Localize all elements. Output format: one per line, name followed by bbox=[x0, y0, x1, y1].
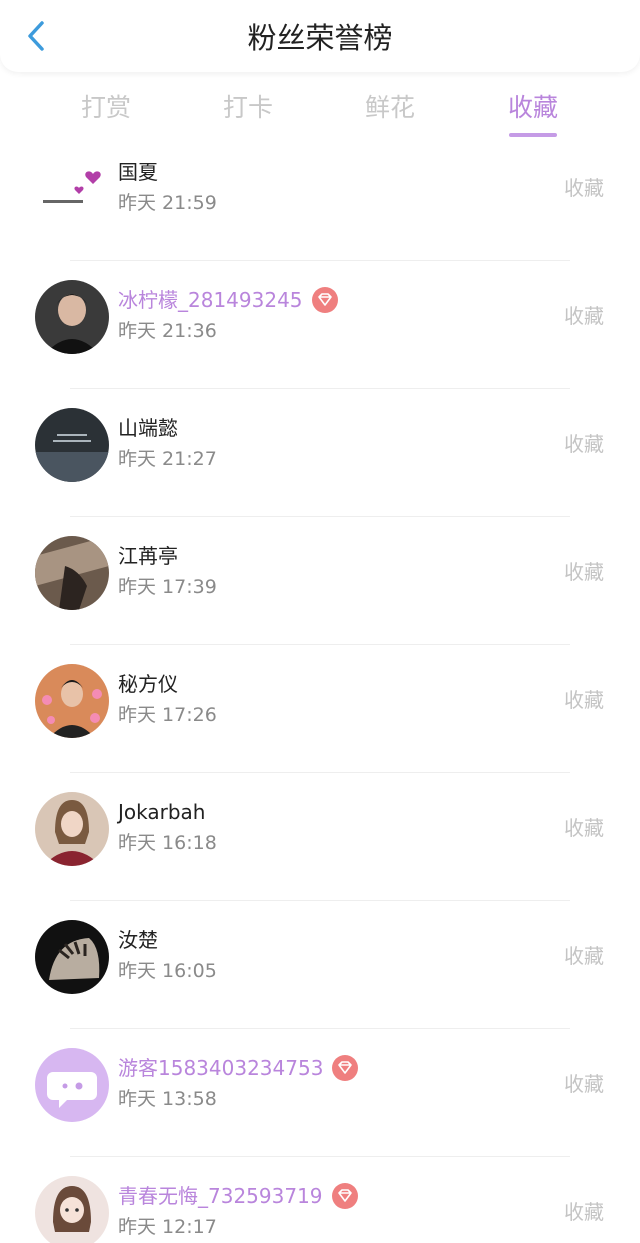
favorite-time: 昨天 17:26 bbox=[118, 704, 217, 726]
chat-bubble-icon bbox=[35, 1048, 109, 1122]
top-bar: 粉丝荣誉榜 bbox=[0, 0, 640, 72]
row-divider bbox=[70, 1156, 570, 1157]
favorite-time: 昨天 17:39 bbox=[118, 576, 217, 598]
user-name[interactable]: 青春无悔_732593719 bbox=[118, 1182, 358, 1210]
favorite-time: 昨天 21:36 bbox=[118, 320, 217, 342]
hearts-sticker-icon bbox=[35, 160, 109, 226]
list-item[interactable]: 秘方仪 昨天 17:26 收藏 bbox=[0, 644, 640, 772]
favorite-time: 昨天 21:27 bbox=[118, 448, 217, 470]
favorite-label: 收藏 bbox=[564, 176, 604, 200]
tab-checkin[interactable]: 打卡 bbox=[198, 90, 298, 126]
favorite-label: 收藏 bbox=[564, 432, 604, 456]
favorite-label: 收藏 bbox=[564, 304, 604, 328]
favorite-label: 收藏 bbox=[564, 1072, 604, 1096]
avatar[interactable] bbox=[35, 408, 109, 482]
list-item[interactable]: 山端懿 昨天 21:27 收藏 bbox=[0, 388, 640, 516]
user-name[interactable]: 汝楚 bbox=[118, 926, 158, 954]
user-name[interactable]: 冰柠檬_281493245 bbox=[118, 286, 338, 314]
favorite-time: 昨天 16:18 bbox=[118, 832, 217, 854]
diamond-badge-icon bbox=[311, 287, 338, 313]
sepia-scene-icon bbox=[35, 536, 109, 610]
avatar[interactable] bbox=[35, 792, 109, 866]
list-item[interactable]: 冰柠檬_281493245 昨天 21:36 收藏 bbox=[0, 260, 640, 388]
user-name[interactable]: 山端懿 bbox=[118, 414, 178, 442]
favorite-label: 收藏 bbox=[564, 816, 604, 840]
fan-list: 国夏 昨天 21:59 收藏 冰柠檬_281493245 昨天 21:36 收藏 bbox=[0, 160, 640, 1243]
favorite-label: 收藏 bbox=[564, 688, 604, 712]
row-divider bbox=[70, 644, 570, 645]
dark-scene-icon bbox=[35, 408, 109, 482]
avatar[interactable] bbox=[35, 1176, 109, 1243]
favorite-label: 收藏 bbox=[564, 944, 604, 968]
user-name[interactable]: 秘方仪 bbox=[118, 670, 178, 698]
favorite-time: 昨天 12:17 bbox=[118, 1216, 217, 1238]
row-divider bbox=[70, 900, 570, 901]
favorite-label: 收藏 bbox=[564, 560, 604, 584]
tab-flowers[interactable]: 鲜花 bbox=[340, 90, 440, 126]
diamond-badge-icon bbox=[332, 1055, 359, 1081]
tab-bar: 打赏 打卡 鲜花 收藏 bbox=[0, 72, 640, 160]
favorite-time: 昨天 16:05 bbox=[118, 960, 217, 982]
list-item[interactable]: Jokarbah 昨天 16:18 收藏 bbox=[0, 772, 640, 900]
row-divider bbox=[70, 516, 570, 517]
tab-favorites[interactable]: 收藏 bbox=[483, 90, 583, 126]
page-title: 粉丝荣誉榜 bbox=[247, 21, 393, 55]
tab-reward[interactable]: 打赏 bbox=[56, 90, 156, 126]
user-name[interactable]: 游客1583403234753 bbox=[118, 1054, 359, 1082]
tiger-icon bbox=[35, 920, 109, 994]
cartoon-girl-icon bbox=[35, 1176, 109, 1243]
list-item[interactable]: 江苒亭 昨天 17:39 收藏 bbox=[0, 516, 640, 644]
avatar[interactable] bbox=[35, 1048, 109, 1122]
list-item[interactable]: 青春无悔_732593719 昨天 12:17 收藏 bbox=[0, 1156, 640, 1243]
avatar[interactable] bbox=[35, 920, 109, 994]
girl-portrait-icon bbox=[35, 792, 109, 866]
avatar[interactable] bbox=[35, 160, 109, 226]
row-divider bbox=[70, 388, 570, 389]
row-divider bbox=[70, 772, 570, 773]
row-divider bbox=[70, 260, 570, 261]
avatar[interactable] bbox=[35, 536, 109, 610]
portrait-icon bbox=[35, 280, 109, 354]
diamond-badge-icon bbox=[331, 1183, 358, 1209]
favorite-label: 收藏 bbox=[564, 1200, 604, 1224]
avatar[interactable] bbox=[35, 664, 109, 738]
favorite-time: 昨天 13:58 bbox=[118, 1088, 217, 1110]
list-item[interactable]: 汝楚 昨天 16:05 收藏 bbox=[0, 900, 640, 1028]
avatar[interactable] bbox=[35, 280, 109, 354]
user-name[interactable]: Jokarbah bbox=[118, 798, 205, 826]
active-tab-indicator bbox=[509, 133, 557, 137]
favorite-time: 昨天 21:59 bbox=[118, 192, 217, 214]
list-item[interactable]: 游客1583403234753 昨天 13:58 收藏 bbox=[0, 1028, 640, 1156]
row-divider bbox=[70, 1028, 570, 1029]
hearts-portrait-icon bbox=[35, 664, 109, 738]
user-name[interactable]: 江苒亭 bbox=[118, 542, 178, 570]
user-name[interactable]: 国夏 bbox=[118, 160, 158, 186]
list-item[interactable]: 国夏 昨天 21:59 收藏 bbox=[0, 160, 640, 260]
